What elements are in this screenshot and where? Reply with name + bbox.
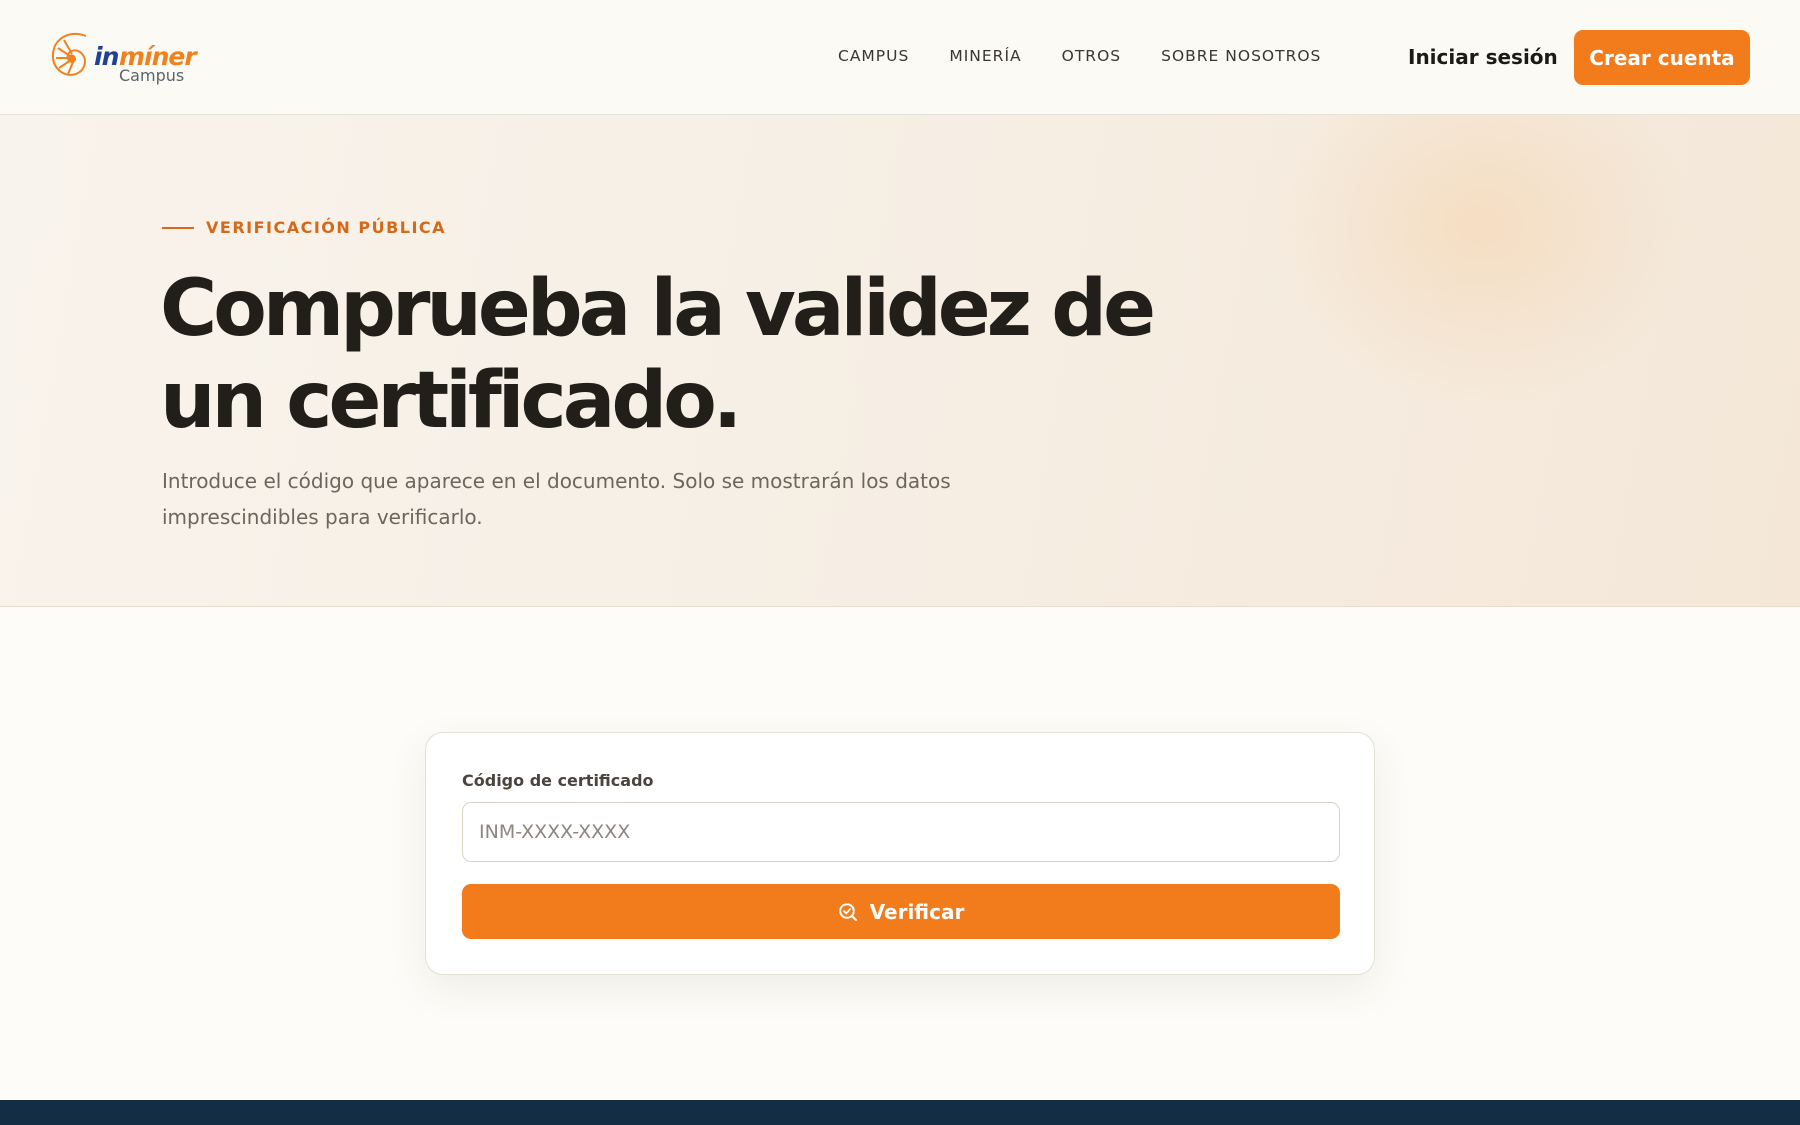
nav-item-otros[interactable]: OTROS xyxy=(1062,47,1121,65)
page-title-line-2: un certificado. xyxy=(160,356,742,446)
hero-eyebrow: VERIFICACIÓN PÚBLICA xyxy=(162,218,446,237)
eyebrow-label: VERIFICACIÓN PÚBLICA xyxy=(206,218,447,237)
verify-card: Código de certificado Verificar xyxy=(425,732,1375,975)
page-title: Comprueba la validez de un certificado. xyxy=(160,263,1260,447)
nav-item-sobre-nosotros[interactable]: SOBRE NOSOTROS xyxy=(1161,47,1321,65)
login-link[interactable]: Iniciar sesión xyxy=(1408,45,1558,69)
logo-text-in: in xyxy=(94,42,119,71)
site-header: in míner Campus CAMPUS MINERÍA OTROS SOB… xyxy=(0,0,1800,115)
nav-item-campus[interactable]: CAMPUS xyxy=(838,47,909,65)
nautilus-logo-icon xyxy=(51,33,87,76)
hero-subtitle: Introduce el código que aparece en el do… xyxy=(162,469,951,529)
nav-item-mineria[interactable]: MINERÍA xyxy=(949,47,1021,65)
search-check-icon xyxy=(838,902,858,922)
certificate-code-label: Código de certificado xyxy=(462,771,654,790)
site-footer xyxy=(0,1100,1800,1125)
eyebrow-divider xyxy=(162,226,194,229)
logo-text-campus: Campus xyxy=(119,66,185,85)
verify-button-label: Verificar xyxy=(869,899,965,924)
main-nav: CAMPUS MINERÍA OTROS SOBRE NOSOTROS xyxy=(838,47,1321,65)
hero-section: VERIFICACIÓN PÚBLICA Comprueba la valide… xyxy=(0,115,1800,607)
brand-logo[interactable]: in míner Campus xyxy=(50,28,200,88)
verify-button[interactable]: Verificar xyxy=(462,884,1340,939)
page-title-line-1: Comprueba la validez de xyxy=(160,264,1156,354)
certificate-code-input[interactable] xyxy=(462,802,1340,862)
signup-button[interactable]: Crear cuenta xyxy=(1574,30,1750,85)
